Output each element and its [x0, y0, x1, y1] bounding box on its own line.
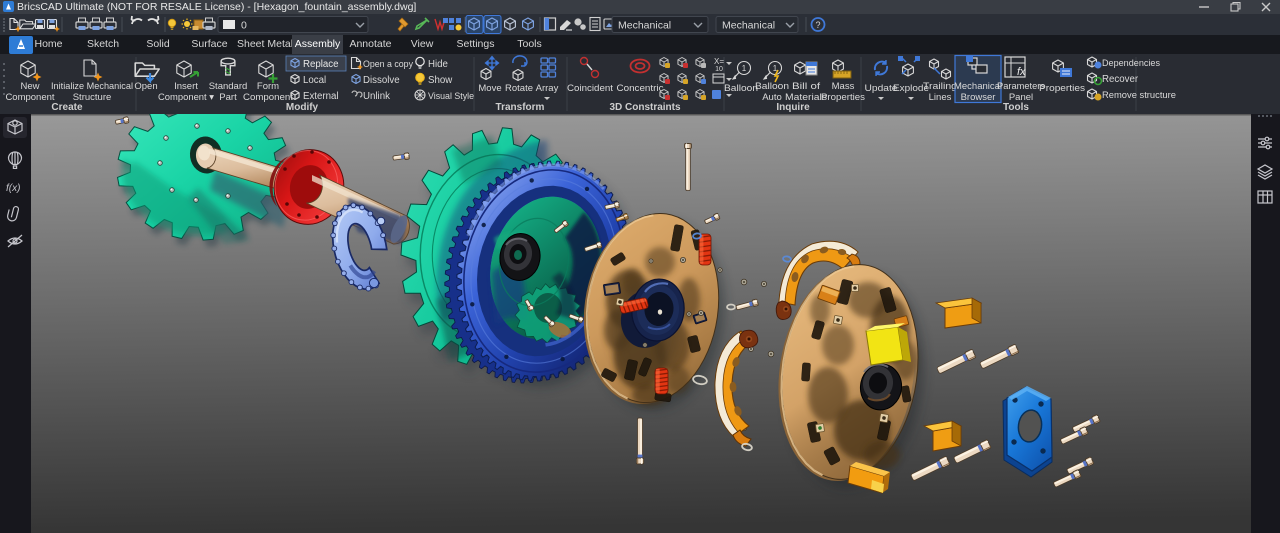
svg-text:Open a copy: Open a copy — [363, 59, 413, 70]
svg-text:Modify: Modify — [286, 102, 319, 113]
svg-text:?: ? — [815, 20, 820, 30]
svg-text:Standard: Standard — [209, 81, 248, 92]
svg-text:Coincident: Coincident — [567, 83, 613, 94]
svg-text:Mass: Mass — [832, 81, 855, 92]
svg-text:Mechanical: Mechanical — [618, 20, 671, 32]
svg-text:Move: Move — [478, 83, 501, 94]
svg-text:Replace: Replace — [303, 59, 339, 70]
svg-text:Balloon: Balloon — [755, 81, 789, 92]
svg-text:Open: Open — [134, 81, 157, 92]
svg-text:Concentric: Concentric — [617, 83, 664, 94]
svg-text:f(x): f(x) — [6, 183, 20, 194]
svg-text:3D Constraints: 3D Constraints — [609, 102, 681, 113]
svg-text:Transform: Transform — [496, 102, 545, 113]
svg-text:0: 0 — [241, 20, 247, 32]
svg-text:Component ▾: Component ▾ — [158, 92, 214, 103]
svg-text:Create: Create — [51, 102, 83, 113]
svg-text:Local: Local — [303, 75, 326, 86]
svg-text:fx: fx — [1017, 66, 1026, 78]
svg-text:Balloon: Balloon — [724, 83, 758, 94]
svg-text:Initialize Mechanical: Initialize Mechanical — [51, 81, 133, 92]
svg-text:Bill of: Bill of — [792, 81, 820, 92]
svg-text:Properties: Properties — [821, 92, 865, 103]
svg-text:Inquire: Inquire — [776, 102, 810, 113]
svg-text:Show: Show — [428, 75, 453, 86]
svg-text:Remove structure: Remove structure — [1102, 90, 1176, 101]
svg-text:Part: Part — [219, 92, 237, 103]
svg-text:Tools: Tools — [1003, 102, 1029, 113]
svg-text:Array: Array — [536, 83, 559, 94]
svg-text:Visual Style: Visual Style — [428, 91, 474, 102]
svg-text:Rotate: Rotate — [505, 83, 533, 94]
svg-text:Insert: Insert — [174, 81, 198, 92]
svg-text:Lines: Lines — [929, 92, 952, 103]
svg-text:Unlink: Unlink — [363, 91, 390, 102]
svg-text:Recover: Recover — [1102, 74, 1139, 85]
svg-text:Dissolve: Dissolve — [363, 75, 400, 86]
svg-text:Browser: Browser — [961, 92, 996, 103]
svg-text:External: External — [303, 91, 339, 102]
svg-text:X=: X= — [714, 57, 724, 66]
svg-text:Trailing: Trailing — [923, 81, 957, 92]
svg-text:10: 10 — [715, 66, 723, 73]
svg-text:Form: Form — [257, 81, 279, 92]
svg-text:Component: Component — [5, 92, 54, 103]
svg-text:New: New — [20, 81, 39, 92]
svg-text:1: 1 — [742, 64, 747, 73]
svg-text:Mechanical: Mechanical — [954, 81, 1002, 92]
svg-text:Properties: Properties — [1039, 83, 1085, 94]
svg-text:Parameters: Parameters — [997, 81, 1045, 92]
svg-text:Hide: Hide — [428, 59, 448, 70]
svg-text:Mechanical: Mechanical — [722, 20, 775, 32]
svg-text:Dependencies: Dependencies — [1102, 58, 1160, 69]
